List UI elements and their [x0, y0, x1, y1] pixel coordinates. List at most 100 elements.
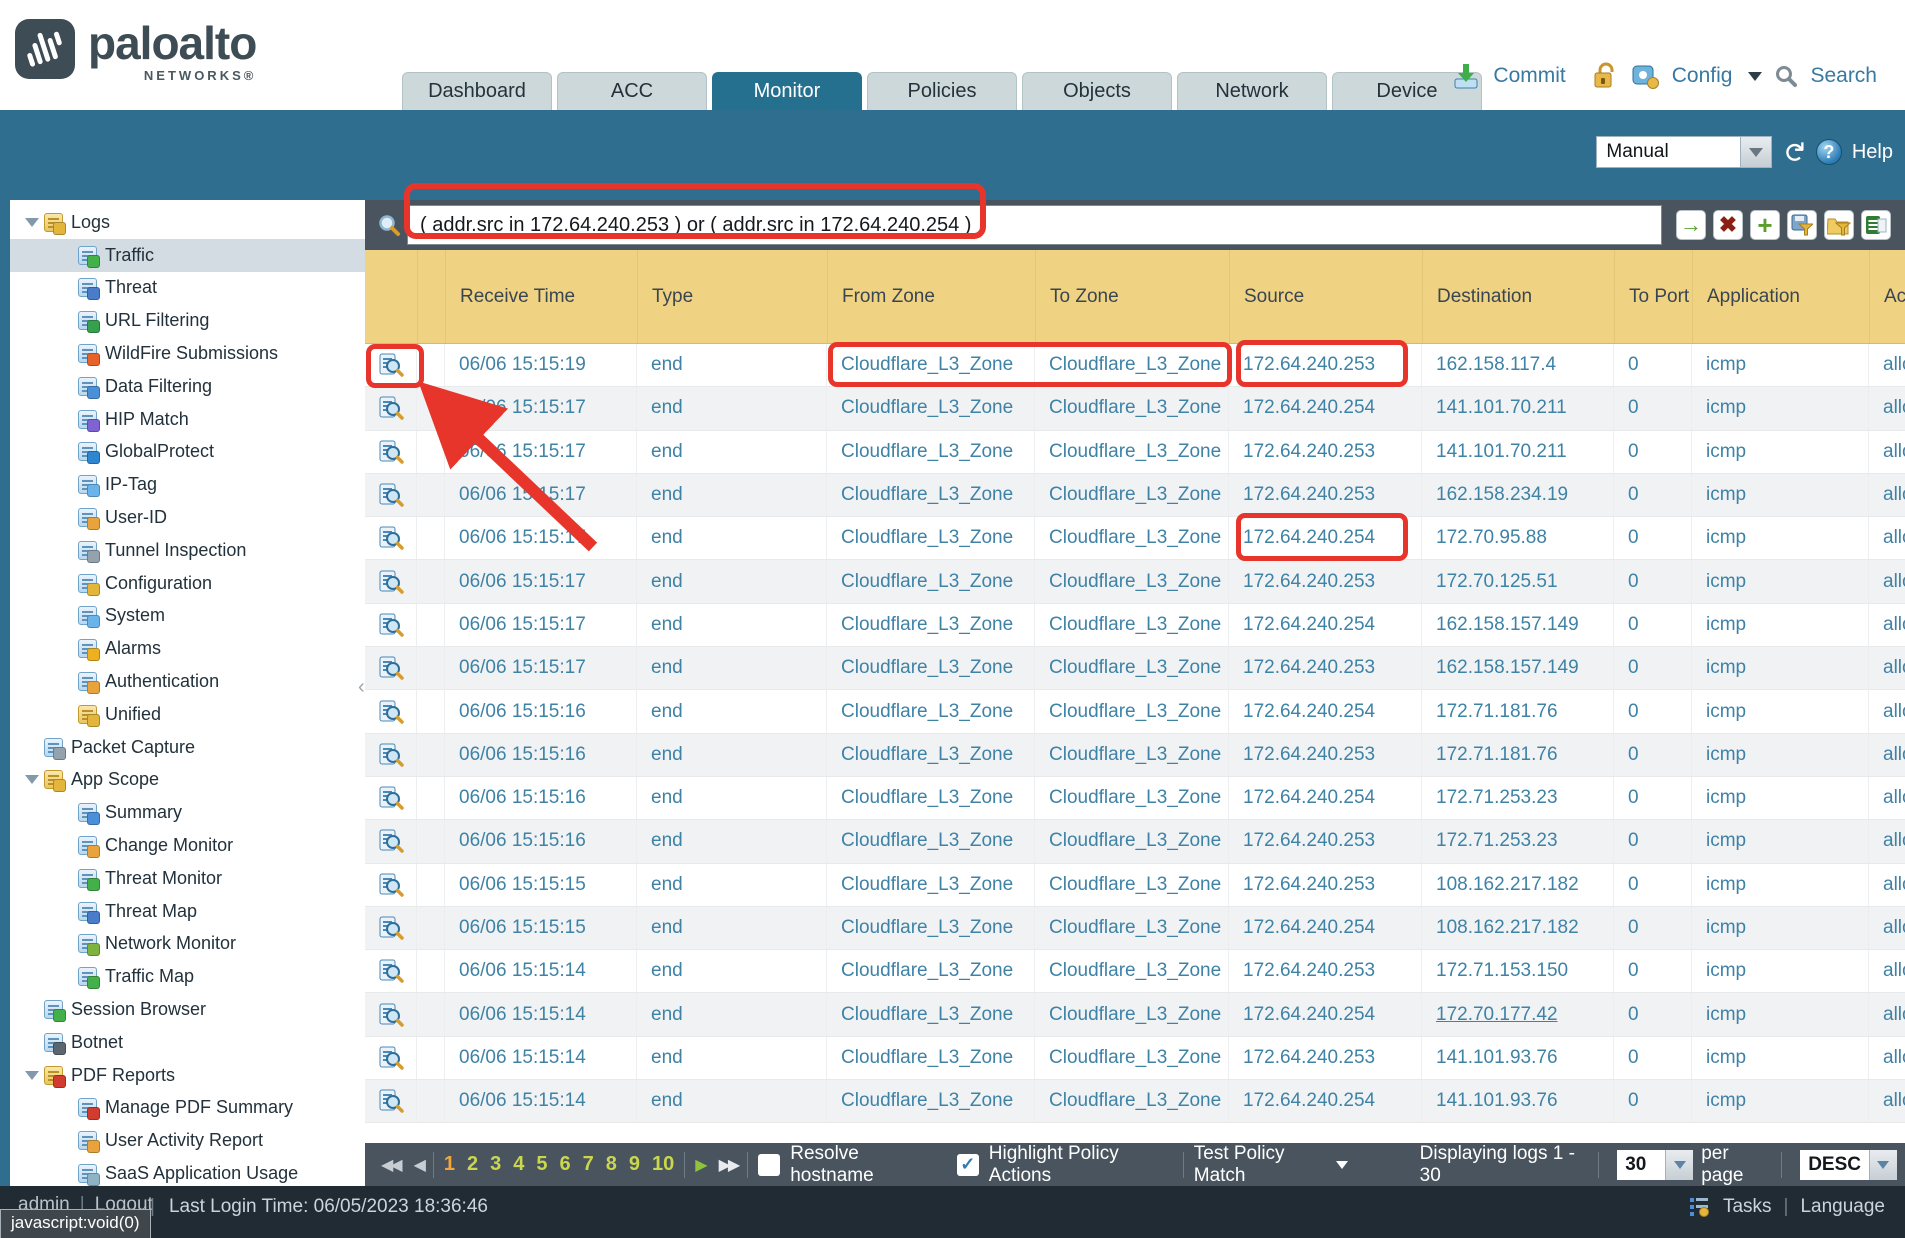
cell-destination[interactable]: 172.71.153.150 [1422, 950, 1614, 992]
cell-destination[interactable]: 162.158.157.149 [1422, 604, 1614, 646]
sidebar-item[interactable]: URL Filtering [10, 304, 365, 337]
cell-destination[interactable]: 172.70.95.88 [1422, 517, 1614, 559]
table-row[interactable]: 06/06 15:15:16 end Cloudflare_L3_Zone Cl… [365, 820, 1905, 863]
refresh-mode-dropdown-icon[interactable] [1740, 136, 1772, 168]
per-page-dropdown-icon[interactable] [1665, 1150, 1693, 1180]
cell-destination[interactable]: 172.71.181.76 [1422, 734, 1614, 776]
log-detail-icon[interactable] [378, 873, 404, 897]
table-row[interactable]: 06/06 15:15:17 end Cloudflare_L3_Zone Cl… [365, 431, 1905, 474]
table-row[interactable]: 06/06 15:15:15 end Cloudflare_L3_Zone Cl… [365, 907, 1905, 950]
cell-action[interactable]: allow [1869, 647, 1905, 689]
log-filter-input[interactable]: ( addr.src in 172.64.240.253 ) or ( addr… [407, 205, 1662, 245]
sidebar-item[interactable]: Threat Monitor [10, 862, 365, 895]
sidebar-item[interactable]: Threat [10, 272, 365, 305]
page-number[interactable]: 1 [444, 1153, 455, 1176]
nav-tab[interactable]: Monitor [712, 72, 862, 110]
column-receive-time[interactable]: Receive Time [445, 250, 637, 343]
sidebar-item[interactable]: Tunnel Inspection [10, 534, 365, 567]
table-row[interactable]: 06/06 15:15:14 end Cloudflare_L3_Zone Cl… [365, 1080, 1905, 1123]
sidebar-collapse-handle[interactable]: ‹ [358, 676, 365, 699]
cell-source[interactable]: 172.64.240.253 [1229, 647, 1422, 689]
expand-arrow-icon[interactable] [20, 218, 44, 227]
sidebar-item[interactable]: Authentication [10, 665, 365, 698]
cell-action[interactable]: allow [1869, 820, 1905, 862]
cell-source[interactable]: 172.64.240.253 [1229, 344, 1422, 386]
cell-application[interactable]: icmp [1692, 1037, 1869, 1079]
page-number[interactable]: 2 [467, 1153, 478, 1176]
sidebar-item[interactable]: Packet Capture [10, 731, 365, 764]
sidebar-item[interactable]: HIP Match [10, 403, 365, 436]
next-page-icon[interactable]: ▶ [695, 1155, 704, 1175]
export-csv-icon[interactable] [1861, 210, 1891, 240]
refresh-mode-select[interactable]: Manual [1596, 136, 1772, 168]
log-detail-icon[interactable] [378, 613, 404, 637]
sidebar-item[interactable]: Alarms [10, 632, 365, 665]
cell-application[interactable]: icmp [1692, 387, 1869, 429]
cell-application[interactable]: icmp [1692, 604, 1869, 646]
config-caret-icon[interactable] [1748, 72, 1762, 81]
cell-application[interactable]: icmp [1692, 344, 1869, 386]
table-row[interactable]: 06/06 15:15:17 end Cloudflare_L3_Zone Cl… [365, 517, 1905, 560]
destination-value[interactable]: 172.70.95.88 [1436, 527, 1547, 549]
sidebar-item[interactable]: Network Monitor [10, 928, 365, 961]
sidebar-item[interactable]: PDF Reports [10, 1059, 365, 1092]
cell-destination[interactable]: 162.158.157.149 [1422, 647, 1614, 689]
table-row[interactable]: 06/06 15:15:14 end Cloudflare_L3_Zone Cl… [365, 993, 1905, 1036]
destination-value[interactable]: 141.101.93.76 [1436, 1090, 1558, 1112]
clear-filter-icon[interactable]: ✖ [1713, 210, 1743, 240]
cell-source[interactable]: 172.64.240.254 [1229, 993, 1422, 1035]
cell-application[interactable]: icmp [1692, 820, 1869, 862]
destination-value[interactable]: 141.101.93.76 [1436, 1047, 1558, 1069]
cell-source[interactable]: 172.64.240.253 [1229, 734, 1422, 776]
cell-destination[interactable]: 172.70.125.51 [1422, 560, 1614, 602]
log-detail-icon[interactable] [378, 483, 404, 507]
log-detail-icon[interactable] [378, 786, 404, 810]
cell-source[interactable]: 172.64.240.253 [1229, 474, 1422, 516]
cell-action[interactable]: allow [1869, 431, 1905, 473]
apply-filter-icon[interactable]: → [1676, 210, 1706, 240]
test-policy-match-button[interactable]: Test Policy Match [1194, 1143, 1328, 1187]
sort-order-dropdown-icon[interactable] [1869, 1150, 1897, 1180]
config-icon[interactable] [1630, 62, 1660, 90]
table-row[interactable]: 06/06 15:15:16 end Cloudflare_L3_Zone Cl… [365, 777, 1905, 820]
sidebar-item[interactable]: Traffic Map [10, 960, 365, 993]
cell-destination[interactable]: 141.101.70.211 [1422, 431, 1614, 473]
page-number[interactable]: 9 [629, 1153, 640, 1176]
log-detail-icon[interactable] [378, 526, 404, 550]
refresh-icon[interactable]: ↻ [1780, 140, 1808, 163]
cell-action[interactable]: allow [1869, 474, 1905, 516]
destination-value[interactable]: 172.71.153.150 [1436, 960, 1568, 982]
log-detail-icon[interactable] [378, 440, 404, 464]
tasks-icon[interactable] [1689, 1197, 1711, 1217]
resolve-hostname-checkbox[interactable] [758, 1154, 780, 1176]
sidebar-item[interactable]: Summary [10, 796, 365, 829]
log-detail-icon[interactable] [378, 656, 404, 680]
cell-action[interactable]: allow [1869, 777, 1905, 819]
cell-source[interactable]: 172.64.240.254 [1229, 517, 1422, 559]
cell-source[interactable]: 172.64.240.253 [1229, 820, 1422, 862]
cell-application[interactable]: icmp [1692, 950, 1869, 992]
log-detail-icon[interactable] [378, 1089, 404, 1113]
cell-destination[interactable]: 172.71.253.23 [1422, 820, 1614, 862]
log-detail-icon[interactable] [378, 570, 404, 594]
page-number[interactable]: 5 [536, 1153, 547, 1176]
destination-value[interactable]: 172.71.253.23 [1436, 787, 1558, 809]
table-row[interactable]: 06/06 15:15:17 end Cloudflare_L3_Zone Cl… [365, 647, 1905, 690]
destination-value[interactable]: 162.158.157.149 [1436, 614, 1579, 636]
cell-source[interactable]: 172.64.240.253 [1229, 864, 1422, 906]
cell-action[interactable]: allow [1869, 1080, 1905, 1122]
test-policy-caret-icon[interactable] [1336, 1161, 1348, 1169]
column-from-zone[interactable]: From Zone [827, 250, 1035, 343]
search-icon[interactable] [1774, 64, 1798, 88]
destination-value[interactable]: 172.70.125.51 [1436, 571, 1558, 593]
destination-value[interactable]: 162.158.117.4 [1436, 354, 1556, 376]
table-row[interactable]: 06/06 15:15:15 end Cloudflare_L3_Zone Cl… [365, 864, 1905, 907]
sidebar-item[interactable]: Unified [10, 698, 365, 731]
expand-arrow-icon[interactable] [20, 775, 44, 784]
page-number[interactable]: 7 [583, 1153, 594, 1176]
nav-tab[interactable]: Dashboard [402, 72, 552, 110]
last-page-icon[interactable]: ▶▶ [719, 1155, 738, 1175]
tasks-button[interactable]: Tasks [1723, 1196, 1772, 1218]
table-row[interactable]: 06/06 15:15:17 end Cloudflare_L3_Zone Cl… [365, 474, 1905, 517]
cell-destination[interactable]: 172.71.181.76 [1422, 690, 1614, 732]
